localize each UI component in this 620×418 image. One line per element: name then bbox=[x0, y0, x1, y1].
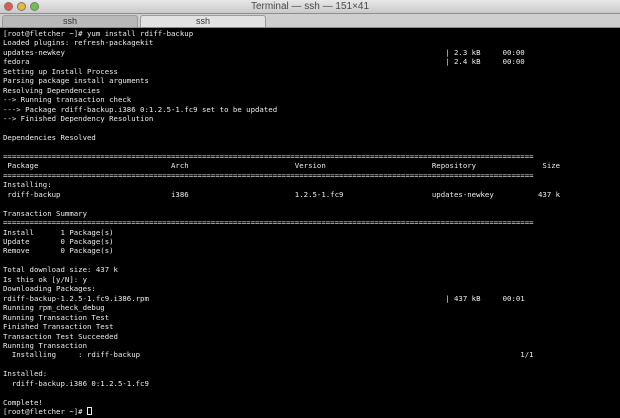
terminal-line: Transaction Test Succeeded bbox=[3, 331, 118, 341]
terminal-line: updates-newkey | 2.3 kB 00:00 bbox=[3, 47, 525, 57]
terminal-line: Finished Transaction Test bbox=[3, 322, 114, 332]
terminal-line: Downloading Packages: bbox=[3, 284, 96, 294]
terminal-line: Remove 0 Package(s) bbox=[3, 246, 114, 256]
tab-bar: ssh ssh bbox=[0, 14, 620, 28]
terminal-line: Resolving Dependencies bbox=[3, 85, 101, 95]
tab-ssh-2[interactable]: ssh bbox=[140, 15, 266, 27]
terminal-line: Loaded plugins: refresh-packagekit bbox=[3, 38, 154, 48]
terminal-line: rdiff-backup i386 1.2.5-1.fc9 updates-ne… bbox=[3, 189, 561, 199]
tab-ssh-1[interactable]: ssh bbox=[2, 15, 138, 27]
terminal-line: [root@fletcher ~]# yum install rdiff-bac… bbox=[3, 29, 194, 38]
terminal-line: Running Transaction bbox=[3, 340, 88, 350]
terminal-line: Complete! bbox=[3, 397, 43, 407]
terminal-line: Parsing package install arguments bbox=[3, 76, 149, 86]
terminal-line: Is this ok [y/N]: y bbox=[3, 274, 88, 284]
terminal-line: Installing : rdiff-backup 1/1 bbox=[3, 350, 534, 360]
title-bar[interactable]: Terminal — ssh — 151×41 bbox=[0, 0, 620, 14]
terminal-line: Update 0 Package(s) bbox=[3, 236, 114, 246]
terminal-line: Install 1 Package(s) bbox=[3, 227, 114, 237]
terminal-line: Running rpm_check_debug bbox=[3, 303, 105, 313]
terminal-line: Setting up Install Process bbox=[3, 66, 118, 76]
terminal-line: Running Transaction Test bbox=[3, 312, 110, 322]
terminal-line: --> Finished Dependency Resolution bbox=[3, 114, 154, 124]
terminal-line: ========================================… bbox=[3, 218, 534, 228]
terminal-line: --> Running transaction check bbox=[3, 95, 132, 105]
terminal-line: rdiff-backup-1.2.5-1.fc9.i386.rpm | 437 … bbox=[3, 293, 525, 303]
terminal-line: ========================================… bbox=[3, 170, 534, 180]
terminal-line: Installing: bbox=[3, 180, 52, 190]
terminal-text: [root@fletcher ~]# yum install rdiff-bac… bbox=[0, 29, 620, 417]
prompt-line: [root@fletcher ~]# bbox=[3, 407, 88, 417]
terminal-line: ========================================… bbox=[3, 151, 534, 161]
terminal-window: Terminal — ssh — 151×41 ssh ssh [root@fl… bbox=[0, 0, 620, 418]
terminal-line: fedora | 2.4 kB 00:00 bbox=[3, 57, 525, 67]
terminal-line: rdiff-backup.i386 0:1.2.5-1.fc9 bbox=[3, 378, 149, 388]
terminal-line: Dependencies Resolved bbox=[3, 132, 96, 142]
terminal-line: Installed: bbox=[3, 369, 48, 379]
terminal-line: Package Arch Version Repository Size bbox=[3, 161, 561, 171]
terminal-output[interactable]: [root@fletcher ~]# yum install rdiff-bac… bbox=[0, 29, 620, 418]
window-title: Terminal — ssh — 151×41 bbox=[250, 1, 370, 12]
cursor-icon bbox=[87, 407, 93, 416]
terminal-line: ---> Package rdiff-backup.i386 0:1.2.5-1… bbox=[3, 104, 278, 114]
terminal-line: Total download size: 437 k bbox=[3, 265, 118, 275]
terminal-line: Transaction Summary bbox=[3, 208, 88, 218]
